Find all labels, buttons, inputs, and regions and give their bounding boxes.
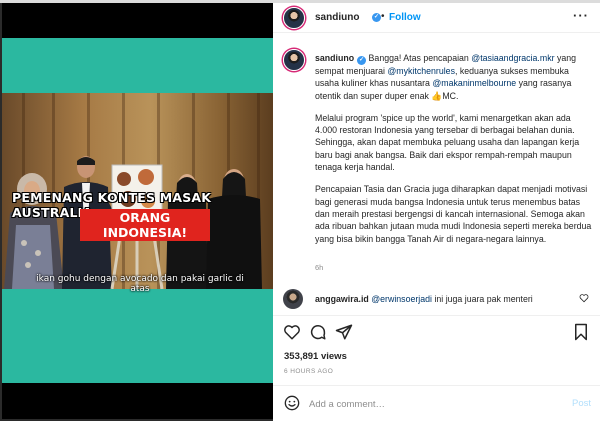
post-media[interactable]: PEMENANG KONTES MASAK AUSTRALIA, ORANG I… — [2, 3, 273, 419]
more-options-icon[interactable]: ··· — [573, 8, 589, 23]
comment-bubble-icon[interactable] — [309, 323, 327, 341]
separator-dot: • — [381, 11, 385, 22]
divider — [273, 385, 600, 386]
person-figure — [206, 169, 262, 289]
caption-timestamp[interactable]: 6h — [315, 263, 323, 272]
avatar[interactable] — [283, 49, 305, 71]
post-details-panel: sandiuno ✓ • Follow ··· sandiuno ✓ Bangga… — [273, 3, 600, 421]
media-photo: PEMENANG KONTES MASAK AUSTRALIA, ORANG I… — [2, 93, 273, 289]
caption-text: sandiuno ✓ Bangga! Atas pencapaian @tasia… — [315, 52, 593, 255]
avatar[interactable] — [283, 289, 303, 309]
video-headline-line2: ORANG INDONESIA! — [80, 209, 210, 241]
bookmark-icon[interactable] — [573, 323, 589, 341]
caption-paragraph: Melalui program 'spice up the world', ka… — [315, 112, 580, 173]
divider — [273, 315, 600, 316]
mention-link[interactable]: @mykitchenrules — [387, 66, 455, 76]
media-teal-band-bottom — [2, 289, 273, 383]
verified-badge-icon: ✓ — [357, 56, 367, 65]
caption-area: sandiuno ✓ Bangga! Atas pencapaian @tasia… — [273, 34, 600, 282]
caption-username[interactable]: sandiuno — [315, 53, 354, 63]
action-bar — [273, 321, 600, 345]
video-subtitle: ikan gohu dengan avocado dan pakai garli… — [36, 274, 244, 294]
paper-plane-icon[interactable] — [335, 323, 353, 341]
post-header: sandiuno ✓ • Follow ··· — [273, 3, 600, 33]
caption-paragraph: sandiuno ✓ Bangga! Atas pencapaian @tasia… — [315, 52, 593, 102]
comment-body: ini juga juara pak menteri — [432, 294, 533, 304]
views-count[interactable]: 353,891 views — [284, 351, 347, 362]
avatar[interactable] — [283, 7, 305, 29]
heart-icon[interactable] — [283, 323, 301, 341]
media-teal-band-top — [2, 38, 273, 93]
mention-link[interactable]: @makaninmelbourne — [432, 78, 516, 88]
comment-username[interactable]: anggawira.id — [315, 294, 369, 304]
caption-paragraph: Pencapaian Tasia dan Gracia juga diharap… — [315, 184, 592, 244]
heart-icon[interactable] — [579, 293, 589, 303]
mention-link[interactable]: @tasiaandgracia.mkr — [471, 53, 554, 63]
follow-button[interactable]: Follow — [389, 12, 421, 23]
post-time[interactable]: 6 HOURS AGO — [284, 368, 333, 375]
mention-link[interactable]: @erwinsoerjadi — [371, 294, 432, 304]
comment-text: anggawira.id @erwinsoerjadi ini juga jua… — [315, 294, 533, 304]
header-username[interactable]: sandiuno — [315, 12, 359, 23]
post-button[interactable]: Post — [572, 398, 591, 409]
caption-segment: Bangga! Atas pencapaian — [366, 53, 472, 63]
smiley-icon[interactable] — [284, 395, 300, 411]
comment-row: anggawira.id @erwinsoerjadi ini juga jua… — [273, 286, 600, 312]
comment-input[interactable] — [309, 395, 559, 413]
verified-badge-icon: ✓ — [372, 13, 381, 22]
